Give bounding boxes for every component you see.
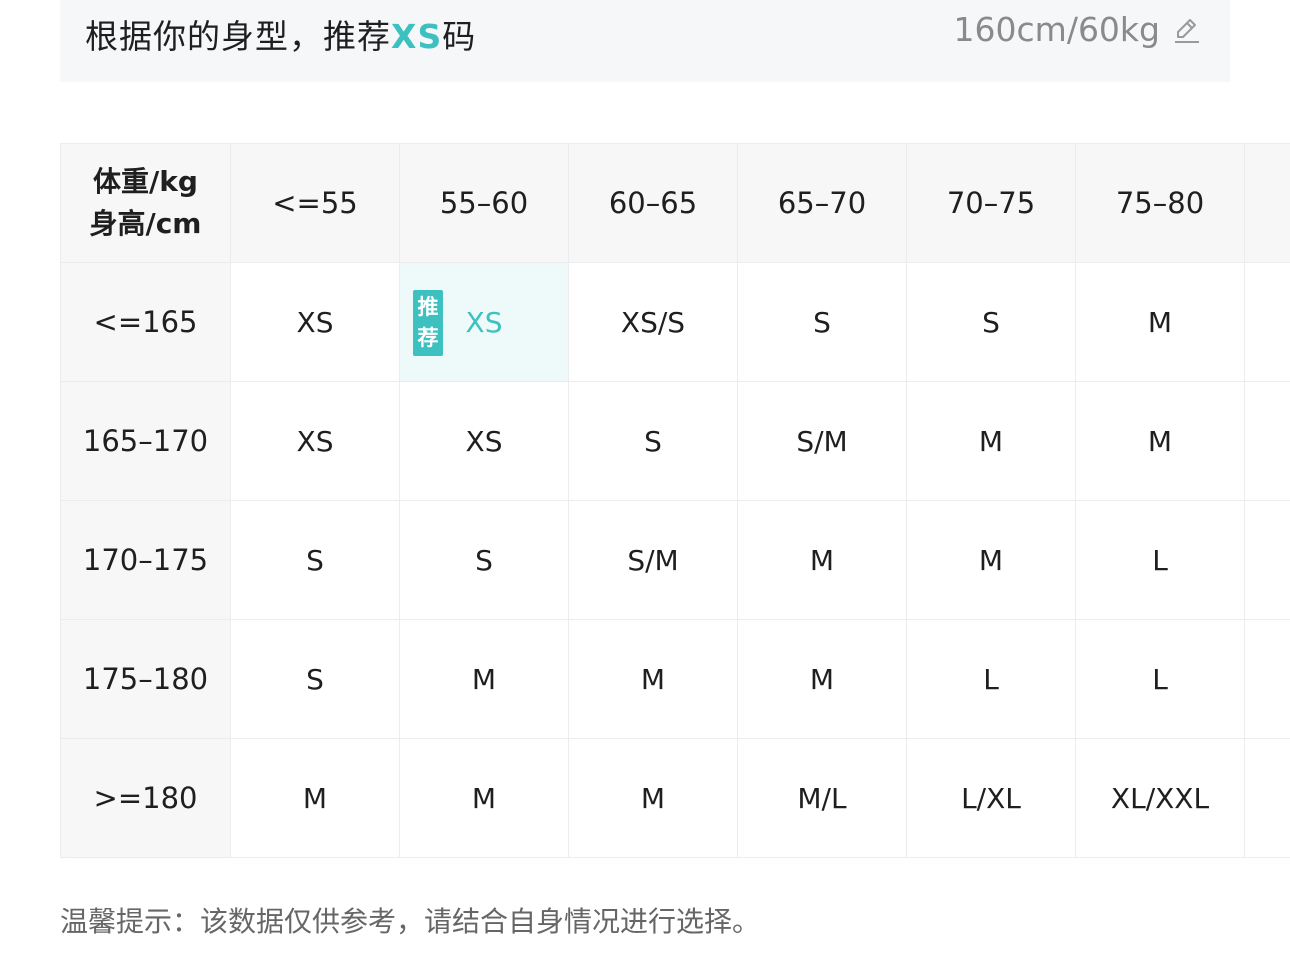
size-cell: L/XL [906, 738, 1076, 858]
size-cell [1244, 262, 1290, 382]
size-cell [1244, 500, 1290, 620]
size-cell: S [568, 381, 738, 501]
table-row: 170–175 S S S/M M M L [60, 500, 1290, 620]
size-cell: M [399, 619, 569, 739]
size-cell: M [230, 738, 400, 858]
recommended-badge: 推荐 [413, 290, 443, 356]
disclaimer-tip: 温馨提示：该数据仅供参考，请结合自身情况进行选择。 [60, 905, 761, 938]
table-row: <=165 XS 推荐 XS XS/S S S M [60, 262, 1290, 382]
recommendation-banner: 根据你的身型，推荐XS码 160cm/60kg [60, 0, 1230, 82]
size-cell: S [399, 500, 569, 620]
size-cell: M [568, 738, 738, 858]
size-cell: M/L [737, 738, 907, 858]
weight-column-header: 75–80 [1075, 143, 1245, 263]
body-info-text: 160cm/60kg [953, 10, 1160, 49]
height-row-header: 170–175 [60, 500, 231, 620]
table-row: 175–180 S M M M L L X [60, 619, 1290, 739]
size-cell: L [1075, 500, 1245, 620]
size-cell: S [737, 262, 907, 382]
size-cell: S/M [737, 381, 907, 501]
size-cell: XS [230, 381, 400, 501]
size-cell: XS [399, 381, 569, 501]
recommendation-prefix: 根据你的身型，推荐 [85, 17, 391, 56]
height-row-header: >=180 [60, 738, 231, 858]
size-cell: M [1075, 381, 1245, 501]
weight-column-header: > [1244, 143, 1290, 263]
height-row-header: <=165 [60, 262, 231, 382]
size-cell: XS/S [568, 262, 738, 382]
table-row: 165–170 XS XS S S/M M M [60, 381, 1290, 501]
size-cell: L [1075, 619, 1245, 739]
weight-column-header: 55–60 [399, 143, 569, 263]
size-cell: X [1244, 619, 1290, 739]
size-cell: M [399, 738, 569, 858]
height-axis-label: 身高/cm [89, 207, 202, 240]
recommended-cell-size: XS [465, 305, 503, 339]
size-cell: M [737, 500, 907, 620]
recommended-size-cell: 推荐 XS [399, 262, 569, 382]
size-cell: XS [230, 262, 400, 382]
size-cell: M [906, 381, 1076, 501]
table-header-row: 体重/kg 身高/cm <=55 55–60 60–65 65–70 70–75… [60, 143, 1290, 263]
size-cell: S [230, 500, 400, 620]
weight-column-header: 60–65 [568, 143, 738, 263]
size-cell: M [1075, 262, 1245, 382]
height-row-header: 165–170 [60, 381, 231, 501]
size-cell: M [906, 500, 1076, 620]
recommended-size: XS [391, 17, 443, 56]
table-corner-header: 体重/kg 身高/cm [60, 143, 231, 263]
weight-axis-label: 体重/kg [93, 165, 198, 198]
recommendation-text: 根据你的身型，推荐XS码 [85, 10, 476, 58]
size-cell: S [906, 262, 1076, 382]
size-cell [1244, 738, 1290, 858]
size-cell: S [230, 619, 400, 739]
recommendation-suffix: 码 [442, 17, 477, 56]
size-cell: XL/XXL [1075, 738, 1245, 858]
size-cell: M [737, 619, 907, 739]
size-chart-table: 体重/kg 身高/cm <=55 55–60 60–65 65–70 70–75… [60, 143, 1290, 858]
size-cell: L [906, 619, 1076, 739]
pencil-icon[interactable] [1172, 15, 1202, 45]
weight-column-header: 65–70 [737, 143, 907, 263]
weight-column-header: 70–75 [906, 143, 1076, 263]
weight-column-header: <=55 [230, 143, 400, 263]
size-cell [1244, 381, 1290, 501]
body-info-editor[interactable]: 160cm/60kg [954, 10, 1202, 49]
table-row: >=180 M M M M/L L/XL XL/XXL [60, 738, 1290, 858]
size-chart-scroll-area[interactable]: 体重/kg 身高/cm <=55 55–60 60–65 65–70 70–75… [60, 143, 1290, 863]
size-cell: S/M [568, 500, 738, 620]
size-cell: M [568, 619, 738, 739]
height-row-header: 175–180 [60, 619, 231, 739]
